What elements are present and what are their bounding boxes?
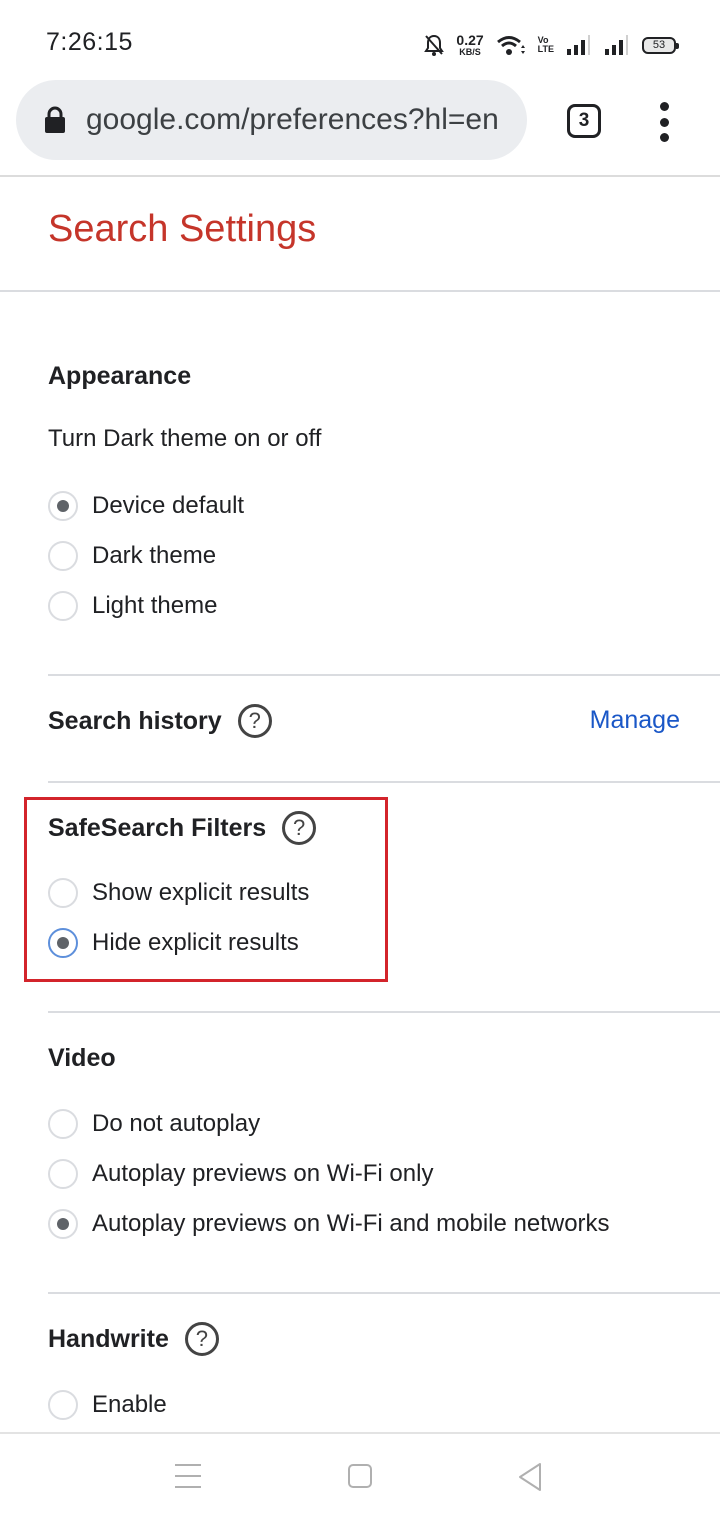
divider [48, 781, 720, 783]
recents-line [175, 1464, 201, 1466]
wifi-icon [496, 36, 525, 55]
menu-dot [659, 102, 669, 111]
url-text[interactable]: google.com/preferences?hl=en [86, 103, 516, 137]
radio-handwrite-enable[interactable]: Enable [48, 1387, 167, 1423]
radio-label: Enable [92, 1391, 167, 1418]
battery-icon: 53 [642, 36, 679, 54]
radio-hide-explicit[interactable]: Hide explicit results [48, 925, 299, 961]
radio-label: Do not autoplay [92, 1110, 261, 1137]
network-speed: 0.27 KB/S [456, 33, 483, 57]
radio-label: Device default [92, 492, 245, 519]
page-title: Search Settings [48, 208, 317, 250]
signal-icon [605, 35, 628, 55]
system-nav-bar [0, 1432, 720, 1520]
help-icon[interactable]: ? [184, 1322, 219, 1356]
more-vert-icon[interactable] [650, 102, 678, 142]
radio-show-explicit[interactable]: Show explicit results [48, 875, 309, 911]
safesearch-heading: SafeSearch Filters ? [48, 811, 317, 845]
battery-level: 53 [652, 39, 666, 51]
radio-light-theme[interactable]: Light theme [48, 588, 217, 624]
divider [48, 1011, 720, 1013]
handwrite-heading: Handwrite ? [48, 1322, 219, 1356]
radio-autoplay-wifi-mobile[interactable]: Autoplay previews on Wi-Fi and mobile ne… [48, 1206, 610, 1242]
manage-history-link[interactable]: Manage [590, 706, 680, 735]
recents-line [175, 1475, 201, 1477]
divider [0, 290, 720, 292]
appearance-heading: Appearance [48, 362, 191, 391]
menu-dot [659, 133, 669, 142]
radio-button[interactable] [48, 1390, 78, 1420]
radio-dark-theme[interactable]: Dark theme [48, 538, 216, 574]
volte-icon: Vo LTE [538, 36, 554, 54]
volte-bottom: LTE [537, 44, 554, 54]
video-heading: Video [48, 1044, 116, 1073]
address-bar[interactable]: google.com/preferences?hl=en [16, 80, 527, 160]
divider [48, 674, 720, 676]
video-heading-text: Video [48, 1044, 116, 1072]
tab-switcher-button[interactable]: 3 [567, 104, 601, 138]
safesearch-heading-text: SafeSearch Filters [48, 813, 267, 842]
menu-dot [659, 117, 669, 127]
notifications-off-icon [424, 34, 445, 56]
radio-label: Dark theme [92, 542, 217, 569]
status-bar: 7:26:15 0.27 KB/S Vo LTE 53 [0, 0, 720, 80]
radio-label: Light theme [92, 592, 218, 619]
lock-icon [44, 106, 66, 134]
recents-icon[interactable] [175, 1464, 201, 1488]
radio-button[interactable] [48, 541, 78, 571]
status-time: 7:26:15 [46, 28, 133, 56]
radio-button[interactable] [48, 928, 78, 958]
appearance-heading-text: Appearance [48, 362, 192, 390]
network-speed-value: 0.27 [456, 32, 484, 48]
status-icons: 0.27 KB/S Vo LTE 53 [424, 30, 679, 60]
divider [48, 1292, 720, 1294]
radio-label: Autoplay previews on Wi-Fi only [92, 1160, 434, 1187]
browser-toolbar: google.com/preferences?hl=en 3 [0, 80, 720, 177]
radio-button[interactable] [48, 591, 78, 621]
radio-device-default[interactable]: Device default [48, 488, 244, 524]
network-speed-unit: KB/S [459, 47, 481, 57]
search-history-heading-text: Search history [48, 706, 222, 735]
radio-autoplay-wifi-only[interactable]: Autoplay previews on Wi-Fi only [48, 1156, 433, 1192]
search-history-heading: Search history ? [48, 704, 272, 738]
handwrite-heading-text: Handwrite [48, 1324, 169, 1353]
radio-button[interactable] [48, 878, 78, 908]
appearance-subtitle: Turn Dark theme on or off [48, 425, 322, 452]
radio-do-not-autoplay[interactable]: Do not autoplay [48, 1106, 260, 1142]
radio-label: Show explicit results [92, 879, 310, 906]
tab-count: 3 [578, 110, 590, 131]
home-icon[interactable] [348, 1464, 372, 1488]
signal-icon [567, 35, 590, 55]
radio-button[interactable] [48, 1209, 78, 1239]
radio-label: Hide explicit results [92, 929, 299, 956]
help-icon[interactable]: ? [282, 811, 317, 845]
help-icon[interactable]: ? [237, 704, 272, 738]
radio-label: Autoplay previews on Wi-Fi and mobile ne… [92, 1210, 610, 1237]
recents-line [175, 1486, 201, 1488]
radio-button[interactable] [48, 491, 78, 521]
back-icon[interactable] [517, 1462, 543, 1497]
radio-button[interactable] [48, 1159, 78, 1189]
radio-button[interactable] [48, 1109, 78, 1139]
